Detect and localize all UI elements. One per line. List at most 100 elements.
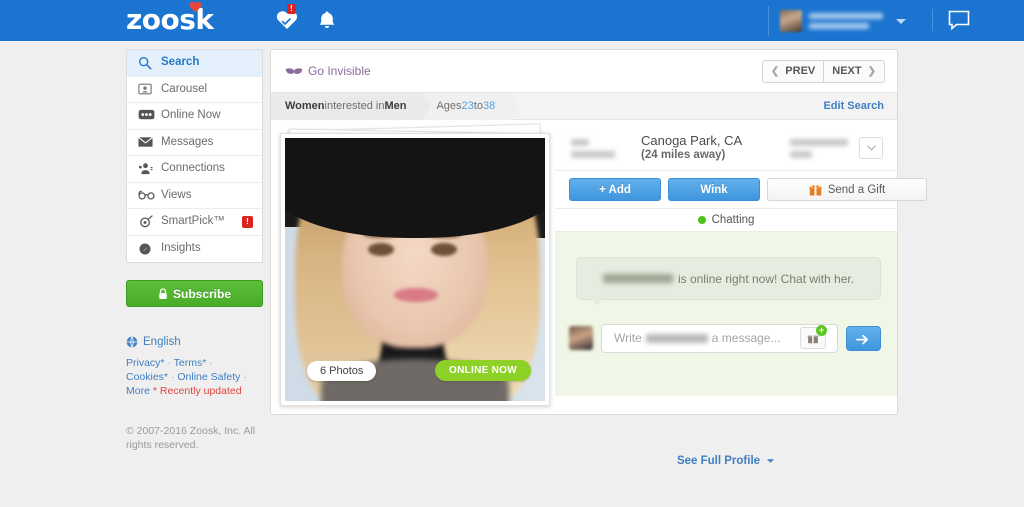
chat-panel: is online right now! Chat with her. Writ… (555, 231, 897, 396)
ages-mid: to (473, 100, 483, 112)
placeholder-name-redacted (645, 333, 708, 343)
prev-button[interactable]: ❮ PREV (761, 59, 824, 83)
cookies-link[interactable]: Cookies* (126, 371, 168, 383)
subscribe-button[interactable]: Subscribe (126, 280, 263, 307)
message-input[interactable]: Write a message... + (601, 323, 838, 353)
sidebar-label: Online Now (161, 109, 221, 121)
user-account-menu[interactable] (768, 6, 906, 36)
message-placeholder: Write a message... (614, 331, 800, 345)
bubble-tail (591, 299, 603, 306)
search-icon (138, 56, 155, 70)
link-separator: · (209, 357, 213, 369)
more-link[interactable]: More (126, 385, 150, 397)
sidebar-label: Insights (161, 242, 201, 254)
send-gift-label: Send a Gift (827, 183, 886, 196)
bell-icon[interactable] (317, 9, 337, 31)
sidebar-label: Views (161, 188, 192, 201)
sidebar-item-smartpick[interactable]: SmartPick™ ! (127, 209, 262, 236)
sidebar-item-search[interactable]: Search (127, 50, 262, 77)
globe-icon (126, 336, 138, 348)
envelope-icon (138, 135, 155, 149)
ages-label: Ages (436, 100, 462, 112)
chat-bubble-icon[interactable] (932, 9, 970, 31)
chevron-right-icon: ❯ (867, 65, 876, 77)
edit-search-link[interactable]: Edit Search (823, 100, 884, 112)
sidebar-label: Connections (161, 162, 225, 174)
logo-heart-icon (189, 1, 202, 13)
sidebar-nav-card: Search Carousel Online Now Messages Conn… (126, 49, 263, 263)
sidebar-item-carousel[interactable]: Carousel (127, 77, 262, 103)
placeholder-pre: Write (614, 331, 642, 345)
profile-location-block: Canoga Park, CA (24 miles away) (641, 133, 742, 163)
composer-avatar (569, 326, 593, 350)
next-button[interactable]: NEXT ❯ (823, 59, 885, 83)
wink-button[interactable]: Wink (668, 178, 760, 201)
filter-age-range[interactable]: Ages 23 to 38 (422, 92, 521, 120)
crumb-arrow (511, 92, 521, 119)
go-invisible-button[interactable]: Go Invisible (285, 64, 371, 78)
photo-count-badge[interactable]: 6 Photos (307, 361, 377, 381)
sidebar-item-views[interactable]: Views (127, 183, 262, 209)
connections-icon (138, 162, 155, 176)
language-selector[interactable]: English (126, 336, 263, 348)
sidebar-label: Carousel (161, 82, 208, 95)
chat-username-redacted (602, 274, 673, 283)
age-min: 23 (461, 100, 474, 112)
user-location-redacted (809, 23, 869, 29)
online-safety-link[interactable]: Online Safety (177, 371, 240, 383)
profile-photo-stack[interactable]: 6 Photos ONLINE NOW (276, 123, 556, 410)
glasses-icon (138, 188, 155, 202)
smartpick-alert-badge: ! (242, 216, 253, 228)
chevron-down-icon (766, 459, 775, 463)
sidebar-item-online-now[interactable]: Online Now (127, 103, 262, 130)
see-full-profile-label: See Full Profile (676, 455, 761, 467)
sidebar-item-connections[interactable]: Connections (127, 156, 262, 183)
profile-header: Canoga Park, CA (24 miles away) (555, 126, 897, 171)
status-dot-icon (697, 216, 706, 224)
filter-gender: Women (285, 100, 325, 112)
zoosk-logo[interactable]: zoosk (126, 1, 214, 36)
filter-gender-interest[interactable]: Women interested in Men (271, 92, 432, 120)
send-gift-button[interactable]: Send a Gift (767, 178, 927, 201)
profile-details-column: Canoga Park, CA (24 miles away) + Add Wi… (555, 126, 927, 467)
gift-icon (808, 184, 822, 196)
link-separator: · (167, 357, 171, 369)
chevron-down-icon[interactable] (896, 18, 906, 24)
profile-action-buttons: + Add Wink Send a Gift (555, 171, 927, 209)
prev-label: PREV (785, 65, 816, 77)
message-composer: Write a message... + (569, 323, 881, 353)
sidebar-item-insights[interactable]: Insights (127, 236, 262, 263)
add-button[interactable]: + Add (569, 178, 661, 201)
profile-photo-card[interactable]: 6 Photos ONLINE NOW (280, 133, 550, 406)
see-full-profile-button[interactable]: See Full Profile (555, 448, 897, 474)
link-separator: · (170, 371, 175, 383)
status-label: Chatting (711, 214, 755, 226)
terms-link[interactable]: Terms* (174, 357, 207, 369)
privacy-link[interactable]: Privacy* (126, 357, 165, 369)
language-label: English (143, 336, 181, 348)
left-sidebar: Search Carousel Online Now Messages Conn… (126, 49, 263, 398)
profile-pager: ❮ PREV NEXT ❯ (761, 59, 885, 83)
sidebar-label: Search (161, 56, 200, 68)
insights-icon (138, 242, 155, 256)
sidebar-item-messages[interactable]: Messages (127, 130, 262, 156)
main-content-panel: Go Invisible ❮ PREV NEXT ❯ Women interes… (270, 49, 927, 467)
footer-links: Privacy* · Terms* · Cookies* · Online Sa… (126, 356, 254, 398)
search-filter-bar: Women interested in Men Ages 23 to 38 Ed… (271, 92, 897, 120)
top-navigation-bar: zoosk ! (0, 0, 1024, 41)
next-label: NEXT (832, 65, 862, 77)
crumb-arrow (422, 92, 432, 119)
send-message-button[interactable] (846, 325, 881, 351)
attach-gift-button[interactable]: + (800, 325, 827, 349)
recently-updated-note: * Recently updated (152, 385, 242, 397)
sidebar-label: Messages (161, 135, 214, 148)
chat-notice-text: is online right now! Chat with her. (677, 271, 855, 286)
chevron-down-icon (866, 145, 876, 151)
smartpick-icon (138, 215, 155, 229)
go-invisible-label: Go Invisible (308, 64, 371, 78)
online-now-icon (138, 109, 155, 123)
chevron-left-icon: ❮ (770, 65, 780, 77)
profile-options-dropdown[interactable] (859, 137, 883, 159)
filter-gender-mid: interested in (324, 100, 385, 112)
online-now-badge: ONLINE NOW (435, 360, 531, 381)
